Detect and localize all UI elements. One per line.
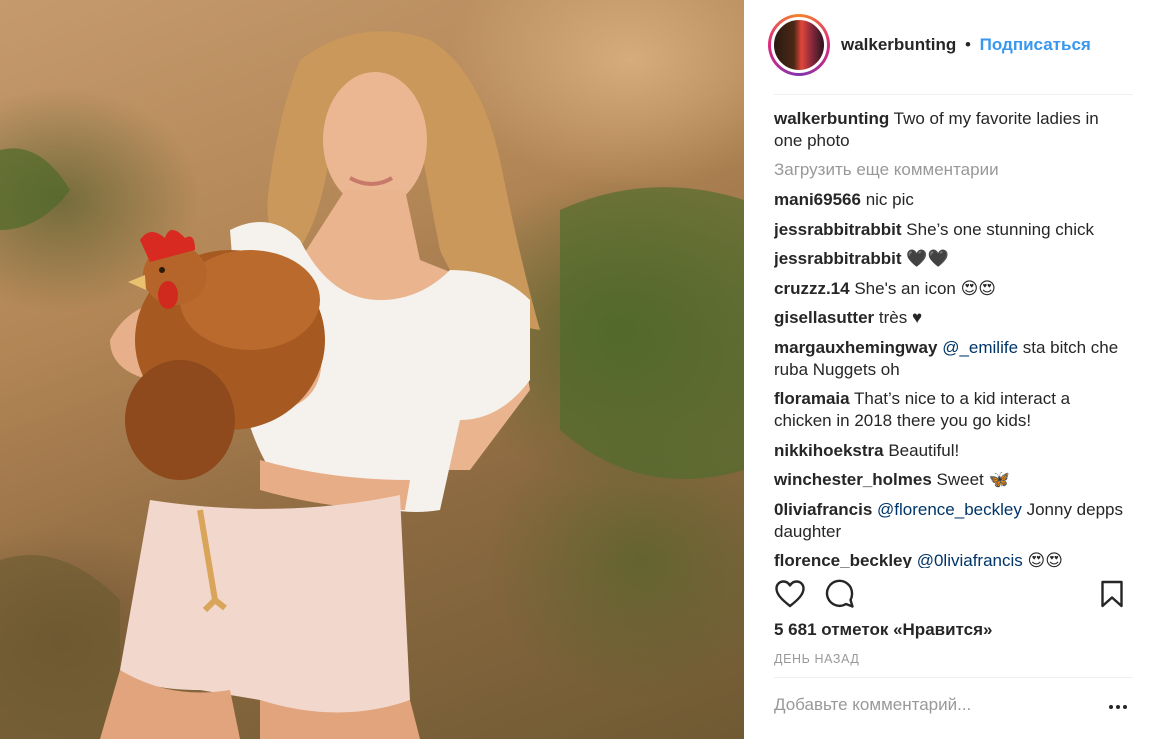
avatar-image: [771, 17, 827, 73]
comment-text: Beautiful!: [888, 440, 960, 460]
comment-username[interactable]: jessrabbitrabbit: [774, 249, 902, 268]
comment-mention[interactable]: @0liviafrancis: [917, 551, 1023, 568]
more-dot: [1116, 705, 1120, 709]
post-side-panel: walkerbunting • Подписаться walkerbuntin…: [744, 0, 1150, 739]
like-button[interactable]: [774, 578, 806, 610]
comment-text: Sweet 🦋: [936, 470, 1010, 489]
post-date[interactable]: ДЕНЬ НАЗАД: [774, 652, 860, 666]
post-photo: [0, 0, 744, 739]
action-bar: [774, 578, 1128, 612]
comment-username[interactable]: 0liviafrancis: [774, 500, 872, 519]
more-options-icon[interactable]: [1106, 700, 1130, 714]
comment-text: She’s one stunning chick: [906, 219, 1095, 239]
comment-item: mani69566 nic pic: [774, 189, 1126, 211]
post-caption: walkerbunting Two of my favorite ladies …: [774, 108, 1126, 152]
author-username[interactable]: walkerbunting: [841, 35, 956, 54]
comment-username[interactable]: nikkihoekstra: [774, 441, 884, 460]
header-text: walkerbunting • Подписаться: [841, 35, 1091, 55]
load-more-comments-button[interactable]: Загрузить еще комментарии: [774, 159, 1126, 181]
comment-username[interactable]: winchester_holmes: [774, 470, 932, 489]
comment-text: 🖤🖤: [906, 249, 949, 268]
comment-username[interactable]: mani69566: [774, 190, 861, 209]
comment-item: winchester_holmes Sweet 🦋: [774, 469, 1126, 491]
comment-button[interactable]: [824, 578, 856, 610]
comment-username[interactable]: jessrabbitrabbit: [774, 220, 902, 239]
comment-item: floramaia That’s nice to a kid interact …: [774, 388, 1126, 432]
bookmark-icon: [1101, 580, 1123, 608]
comment-item: gisellasutter très ♥: [774, 307, 1126, 329]
header-divider: [774, 94, 1133, 95]
comment-item: cruzzz.14 She's an icon 😍😍: [774, 278, 1126, 300]
likes-count[interactable]: 5 681 отметок «Нравится»: [774, 620, 992, 640]
more-dot: [1123, 705, 1127, 709]
caption-username[interactable]: walkerbunting: [774, 109, 889, 128]
heart-icon: [775, 580, 805, 608]
comment-text: très ♥: [878, 308, 923, 327]
comment-mention[interactable]: @_emilife: [942, 338, 1018, 357]
comments-list: walkerbunting Two of my favorite ladies …: [774, 108, 1126, 568]
comment-item: nikkihoekstra Beautiful!: [774, 440, 1126, 462]
comment-mention[interactable]: @florence_beckley: [877, 500, 1022, 519]
comment-username[interactable]: gisellasutter: [774, 308, 874, 327]
comment-item: jessrabbitrabbit She’s one stunning chic…: [774, 219, 1126, 241]
header-separator: •: [964, 35, 971, 54]
comment-username[interactable]: floramaia: [774, 389, 850, 408]
comment-text: nic pic: [865, 190, 914, 209]
comment-text: 😍😍: [1027, 551, 1063, 568]
comment-item: florence_beckley @0liviafrancis 😍😍: [774, 550, 1126, 568]
comment-text: She's an icon 😍😍: [854, 278, 997, 298]
photo-illustration: [0, 31, 744, 739]
post-header: walkerbunting • Подписаться: [768, 14, 1130, 76]
comment-item: 0liviafrancis @florence_beckley Jonny de…: [774, 499, 1126, 543]
comment-item: margauxhemingway @_emilife sta bitch che…: [774, 337, 1126, 381]
comment-username[interactable]: florence_beckley: [774, 551, 912, 568]
follow-button[interactable]: Подписаться: [980, 35, 1091, 54]
comment-divider: [774, 677, 1133, 678]
comment-username[interactable]: cruzzz.14: [774, 279, 850, 298]
save-button[interactable]: [1096, 578, 1128, 610]
avatar[interactable]: [768, 14, 830, 76]
more-dot: [1109, 705, 1113, 709]
comment-icon: [825, 579, 854, 608]
comment-item: jessrabbitrabbit 🖤🖤: [774, 248, 1126, 270]
comment-username[interactable]: margauxhemingway: [774, 338, 937, 357]
add-comment-input[interactable]: [774, 692, 1094, 718]
